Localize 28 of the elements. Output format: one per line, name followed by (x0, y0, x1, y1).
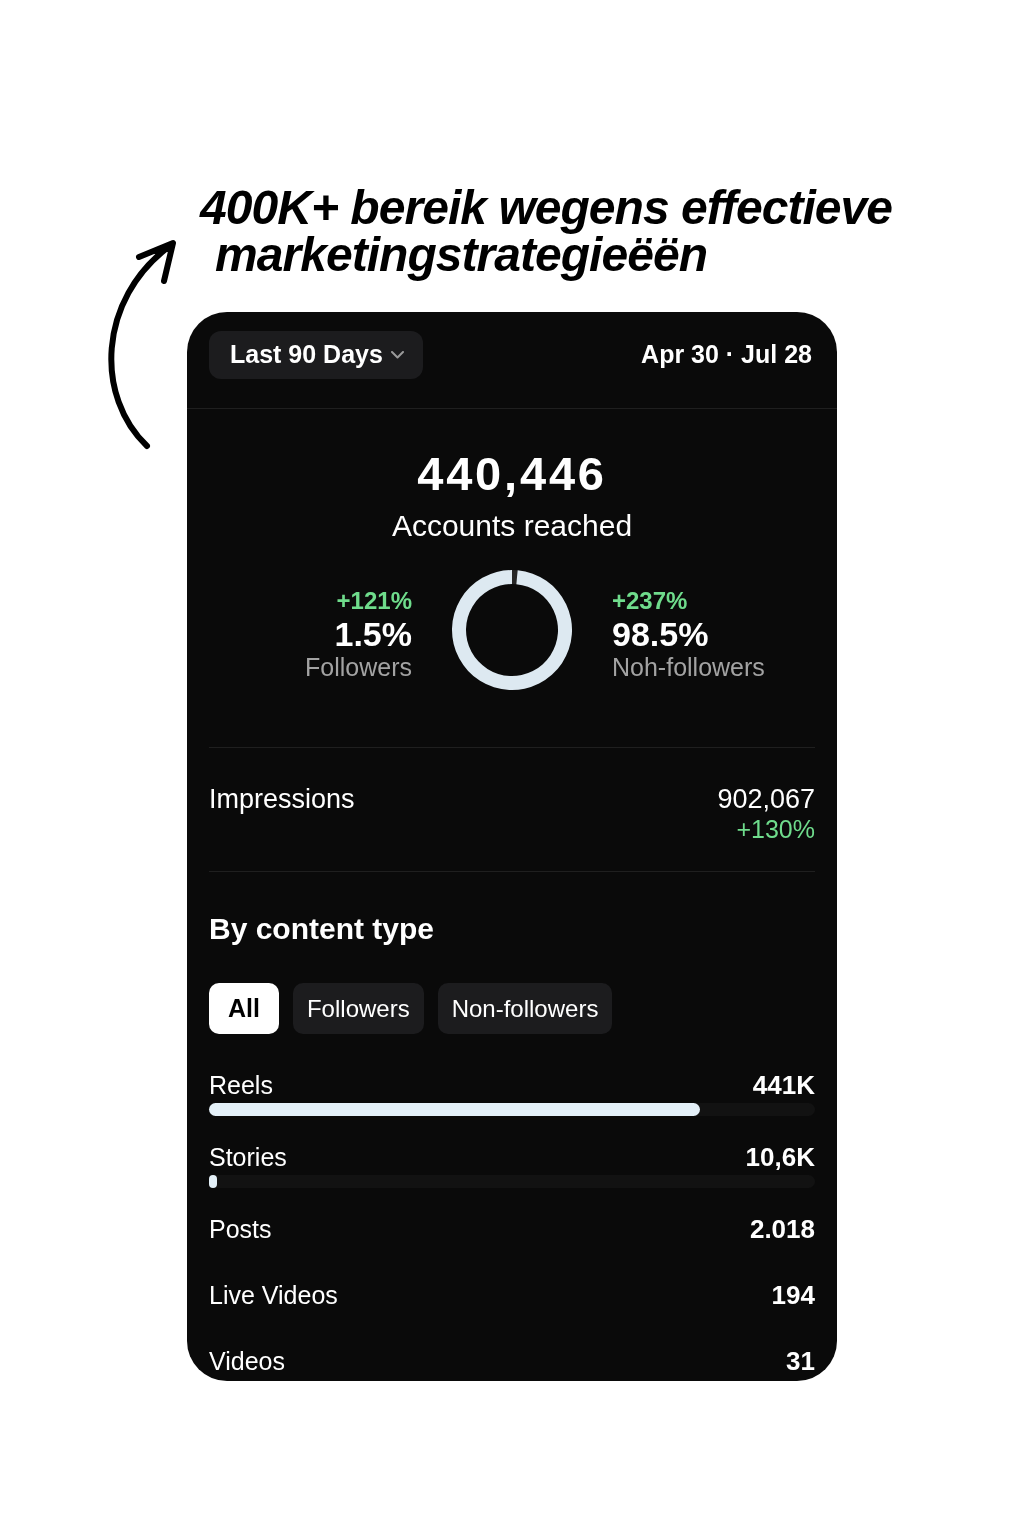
reach-label: Accounts reached (391, 510, 633, 542)
content-type-label: Posts (209, 1214, 272, 1244)
content-type-value: 31 (786, 1346, 815, 1376)
audience-label: Followers (305, 652, 412, 682)
change-percent: +121% (336, 586, 412, 616)
change-percent: +237% (612, 586, 688, 616)
chevron-down-icon (390, 351, 404, 359)
content-type-value: 2.018 (749, 1214, 815, 1244)
date-range: Apr 30 · Jul 28 (641, 339, 812, 371)
content-type-label: Stories (209, 1142, 287, 1172)
content-type-value: 441K (752, 1070, 815, 1100)
filter-tab[interactable]: Non-followers (437, 983, 613, 1034)
impressions-value: 902,067 (717, 784, 815, 814)
content-type-value: 194 (771, 1280, 815, 1310)
share-percent: 1.5% (334, 616, 412, 652)
impressions-label: Impressions (209, 784, 355, 814)
content-type-value: 10,6K (745, 1142, 815, 1172)
filter-tab[interactable]: All (209, 983, 279, 1034)
content-type-label: Live Videos (209, 1280, 338, 1310)
content-type-label: Videos (209, 1346, 285, 1376)
impressions-change: +130% (736, 814, 815, 844)
content-type-label: Reels (209, 1070, 273, 1100)
share-percent: 98.5% (612, 616, 709, 652)
period-dropdown[interactable]: Last 90 Days (209, 331, 423, 379)
reach-count: 440,446 (417, 450, 607, 498)
filter-tab[interactable]: Followers (292, 983, 424, 1034)
audience-label: Noh-followers (612, 652, 765, 682)
section-title: By content type (209, 912, 435, 946)
